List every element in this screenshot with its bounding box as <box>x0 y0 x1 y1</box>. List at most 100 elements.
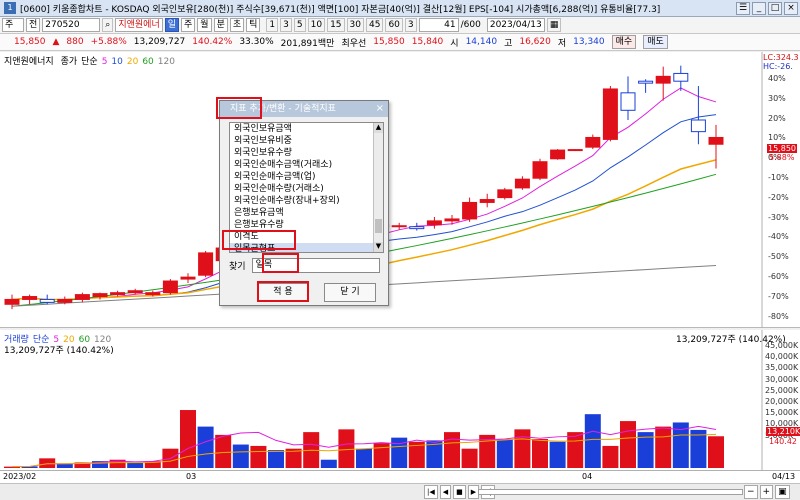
indicator-item[interactable]: 외국인보유금액 <box>230 123 383 135</box>
maximize-button[interactable]: □ <box>768 1 782 15</box>
dialog-close-icon[interactable]: × <box>376 101 384 117</box>
price-chart-panel[interactable]: 지앤원에너지 종가 단순 5 10 20 60 120 LC:324.3 HC:-26. 4… <box>0 52 800 328</box>
y-tick-label: -40% <box>768 232 789 242</box>
period-button[interactable]: 주 <box>181 18 196 32</box>
change-arrow-icon: ▲ <box>52 37 60 47</box>
candle-body <box>22 296 38 300</box>
nav-button-icon[interactable]: ◀ <box>439 485 452 499</box>
indicator-item[interactable]: 일목균형표 <box>230 243 383 252</box>
stock-name-field[interactable]: 지앤원에너 <box>115 18 163 32</box>
scroll-down-icon[interactable]: ▼ <box>374 242 383 252</box>
count-input[interactable]: 41 <box>418 18 459 32</box>
stock-code-input[interactable]: 270520 <box>42 18 101 32</box>
nav-button-icon[interactable]: ■ <box>453 485 466 499</box>
volume-bar <box>602 445 619 468</box>
interval-button[interactable]: 5 <box>293 18 306 32</box>
search-icon[interactable]: ⌕ <box>102 18 114 32</box>
turnover-rate: 33.30% <box>239 37 274 47</box>
buy-button[interactable]: 매수 <box>611 35 637 49</box>
period-button[interactable]: 분 <box>213 18 228 32</box>
period-button[interactable]: 월 <box>197 18 212 32</box>
indicator-item[interactable]: 외국인보유비중 <box>230 135 383 147</box>
settings-button[interactable]: ▣ <box>775 485 790 499</box>
indicator-item[interactable]: 은행보유수량 <box>230 219 383 231</box>
volume-value-label: 13,209,727주 (140.42%) <box>4 346 114 356</box>
volume-bar <box>197 426 214 468</box>
minimize-button[interactable]: _ <box>752 1 766 15</box>
interval-button[interactable]: 3 <box>404 18 417 32</box>
close-dialog-button[interactable]: 닫 기 <box>324 283 376 302</box>
volume-bar <box>549 441 566 468</box>
interval-button[interactable]: 15 <box>327 18 345 32</box>
period-button[interactable]: 일 <box>164 18 180 32</box>
volume-bar <box>496 439 513 468</box>
window-title: [0600] 키움종합차트 - KOSDAQ 외국인보유[280(천)] 주식수… <box>20 4 661 15</box>
window-menu-button[interactable]: ☰ <box>736 1 750 15</box>
scroll-up-icon[interactable]: ▲ <box>374 123 383 133</box>
candle-body <box>585 136 601 148</box>
low-label: 저 <box>557 38 567 49</box>
interval-button[interactable]: 1 <box>266 18 279 32</box>
best-quote-label: 최우선 <box>341 38 367 49</box>
indicator-item[interactable]: 외국인순매수금액(업) <box>230 171 383 183</box>
volume-tag: 13,210K <box>766 427 800 436</box>
y-tick-label: 25,000K <box>765 385 799 395</box>
y-tick-label: 10% <box>768 133 786 143</box>
candle-body <box>620 92 636 111</box>
zoom-in-button[interactable]: + <box>759 485 774 499</box>
date-input[interactable]: 2023/04/13 <box>486 18 545 32</box>
volume-bar <box>620 421 636 468</box>
interval-button[interactable]: 45 <box>365 18 384 32</box>
indicator-item[interactable]: 외국인보유수량 <box>230 147 383 159</box>
y-tick-label: 30,000K <box>765 374 799 384</box>
calendar-icon[interactable]: ▦ <box>546 18 562 32</box>
volume-bar <box>39 458 56 468</box>
interval-button[interactable]: 60 <box>385 18 403 32</box>
scroll-track[interactable] <box>478 489 743 495</box>
interval-button[interactable]: 3 <box>280 18 292 32</box>
volume-chart[interactable] <box>0 330 800 470</box>
indicator-item[interactable]: 외국인순매수량(장내+장외) <box>230 195 383 207</box>
change-percent: +5.88% <box>90 37 127 47</box>
price-chart[interactable] <box>0 52 800 328</box>
candle-body <box>550 149 566 160</box>
search-input[interactable]: 일목 <box>251 257 380 273</box>
indicator-item[interactable]: 은행보유금액 <box>230 207 383 219</box>
legend-item: 10 <box>111 57 123 67</box>
zoom-out-button[interactable]: − <box>744 485 758 499</box>
date-label-apr: 04 <box>582 472 593 481</box>
interval-button[interactable]: 30 <box>346 18 364 32</box>
sell-button[interactable]: 매도 <box>643 35 668 49</box>
candle-body <box>409 226 425 230</box>
period-button[interactable]: 틱 <box>246 18 261 32</box>
volume-value: 13,209,727 <box>133 37 186 47</box>
volume-percent: 140.42% <box>192 37 233 47</box>
apply-button[interactable]: 적 용 <box>257 283 309 302</box>
ma-legend: 종가 단순 5 10 20 60 120 <box>57 57 175 67</box>
interval-button[interactable]: 10 <box>307 18 326 32</box>
indicator-item[interactable]: 이격도 <box>230 231 383 243</box>
best-ask: 15,850 <box>373 37 405 47</box>
candle-body <box>708 136 724 145</box>
hc-label: HC:-26. <box>763 62 793 71</box>
open-label: 시 <box>450 38 459 49</box>
close-button[interactable]: × <box>784 1 798 15</box>
volume-chart-panel[interactable]: 거래량 단순 5 20 60 120 13,209,727주 (140.42%) 13,2… <box>0 330 800 470</box>
list-scrollbar[interactable]: ▲ ▼ <box>373 123 383 252</box>
price-legend: 지앤원에너지 종가 단순 5 10 20 60 120 <box>4 54 175 67</box>
legend-item: 20 <box>126 57 139 67</box>
mode-select[interactable]: 주 <box>2 18 24 32</box>
period-button[interactable]: 초 <box>229 18 245 32</box>
candle-body <box>479 199 495 203</box>
indicator-item[interactable]: 외국인순매수량(거래소) <box>230 183 383 195</box>
indicator-item[interactable]: 외국인순매수금액(거래소) <box>230 159 383 171</box>
indicator-list[interactable]: 외국인보유금액 외국인보유비중 외국인보유수량 외국인순매수금액(거래소) 외국인순매수… <box>229 122 384 253</box>
candle-body <box>4 298 20 305</box>
volume-bar <box>690 429 707 468</box>
dialog-titlebar[interactable]: 지표 추가/변환 - 기술적지표 × <box>220 101 388 117</box>
nav-button-icon[interactable]: |◀ <box>424 485 438 499</box>
scroll-thumb[interactable] <box>375 219 382 233</box>
prev-button[interactable]: 전 <box>26 18 41 32</box>
date-label-mar: 03 <box>186 472 197 481</box>
chart-scrollbar[interactable]: |◀◀■▶▶| − + ▣ <box>0 483 800 500</box>
